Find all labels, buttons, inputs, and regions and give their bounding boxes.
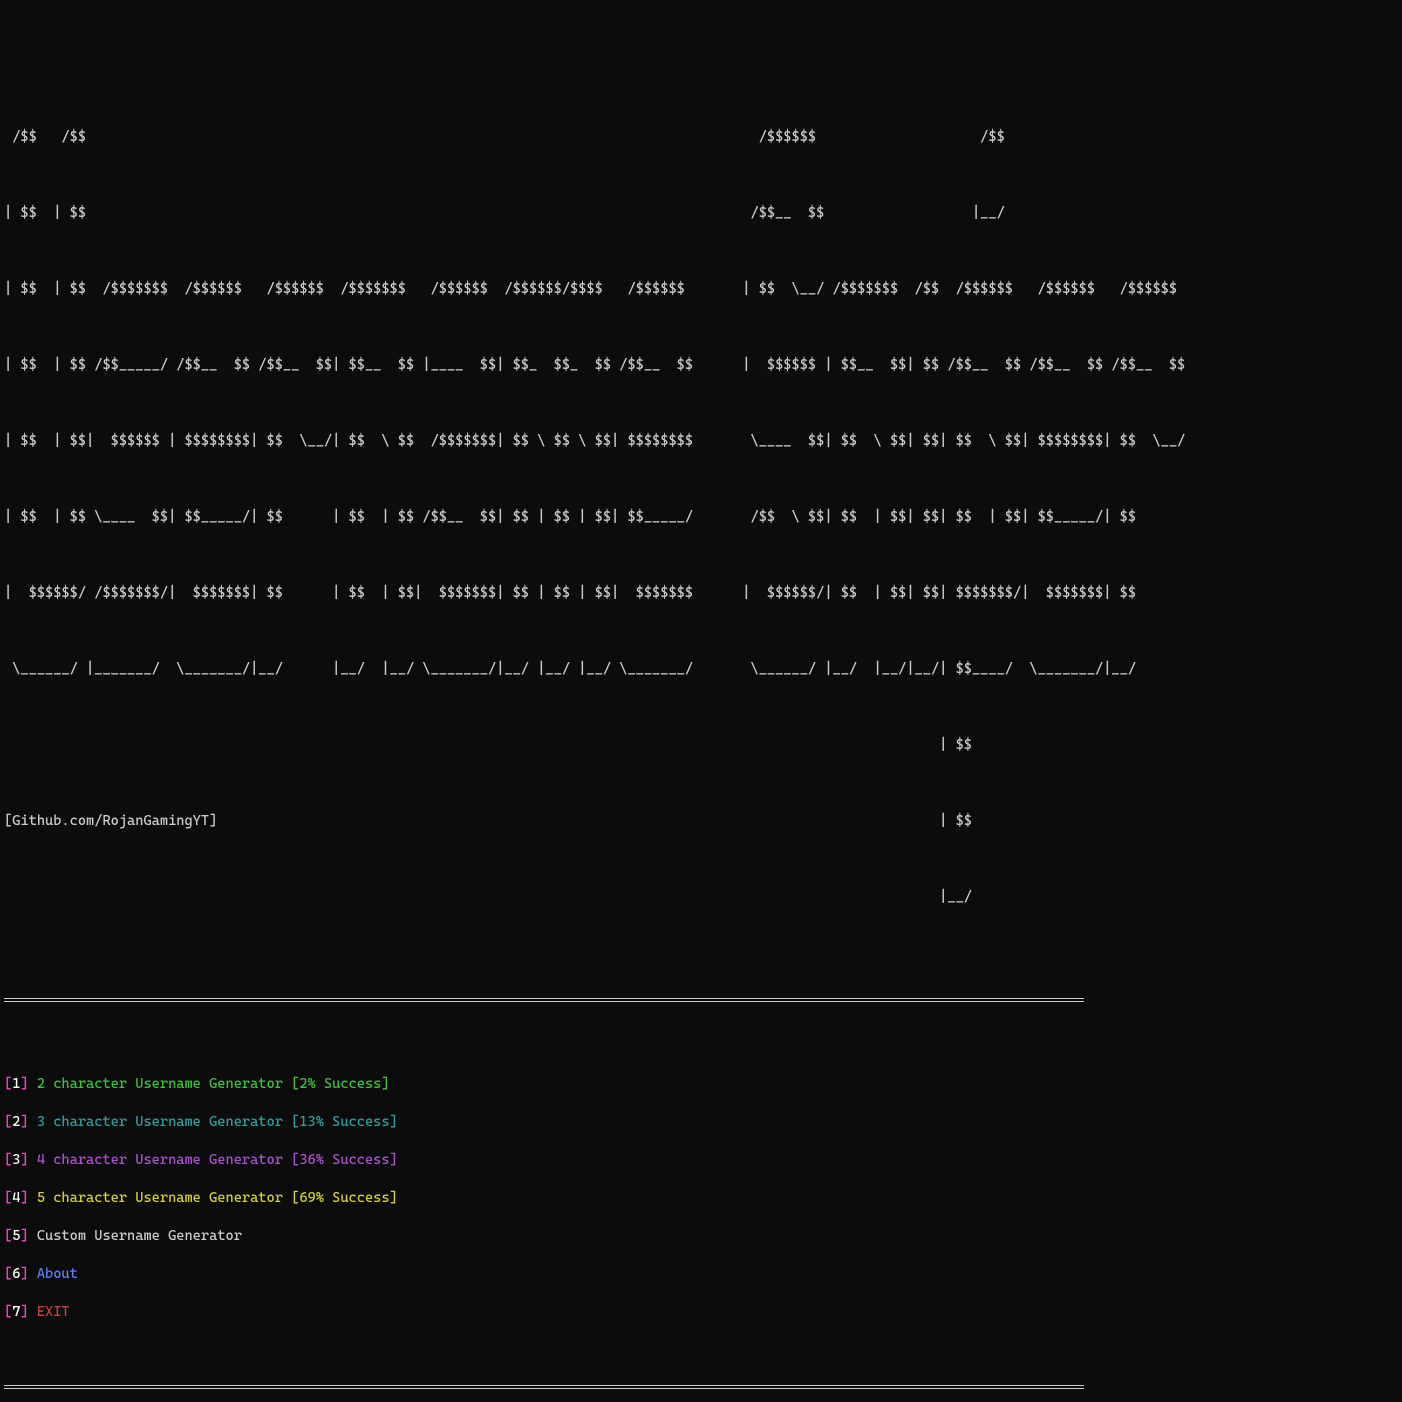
ascii-line: \______/ |_______/ \_______/|__/ |__/ |_…	[4, 650, 1398, 688]
bracket-close: ]	[20, 1304, 36, 1320]
menu-item-3[interactable]: [3] 4 character Username Generator [36% …	[4, 1151, 1398, 1170]
bracket-open: [	[4, 1228, 12, 1244]
menu-number: 2	[12, 1114, 20, 1130]
menu-number: 4	[12, 1190, 20, 1206]
bracket-close: ]	[20, 1076, 36, 1092]
ascii-line: | $$ | $$ /$$__ $$ |__/	[4, 194, 1398, 232]
bracket-open: [	[4, 1152, 12, 1168]
bracket-close: ]	[20, 1190, 36, 1206]
bracket-open: [	[4, 1190, 12, 1206]
bracket-open: [	[4, 1076, 12, 1092]
menu-item-4[interactable]: [4] 5 character Username Generator [69% …	[4, 1189, 1398, 1208]
bracket-open: [	[4, 1266, 12, 1282]
menu-number: 6	[12, 1266, 20, 1282]
bracket-open: [	[4, 1114, 12, 1130]
menu-item-6[interactable]: [6] About	[4, 1265, 1398, 1284]
ascii-line-credit: [Github.com/RojanGamingYT] | $$	[4, 802, 1398, 840]
bracket-close: ]	[20, 1114, 36, 1130]
ascii-line: | $$ | $$ /$$_____/ /$$__ $$ /$$__ $$| $…	[4, 346, 1398, 384]
menu-label: Custom Username Generator	[37, 1228, 242, 1244]
menu-label: 4 character Username Generator [36% Succ…	[37, 1152, 398, 1168]
menu-number: 5	[12, 1228, 20, 1244]
menu-label: About	[37, 1266, 78, 1282]
menu: [1] 2 character Username Generator [2% S…	[4, 1056, 1398, 1341]
ascii-line: | $$ | $$ /$$$$$$$ /$$$$$$ /$$$$$$ /$$$$…	[4, 270, 1398, 308]
menu-item-1[interactable]: [1] 2 character Username Generator [2% S…	[4, 1075, 1398, 1094]
ascii-line: | $$$$$$/ /$$$$$$$/| $$$$$$$| $$ | $$ | …	[4, 574, 1398, 612]
menu-label: EXIT	[37, 1304, 70, 1320]
menu-number: 7	[12, 1304, 20, 1320]
bracket-close: ]	[20, 1266, 36, 1282]
ascii-line: | $$ | $$ \____ $$| $$_____/| $$ | $$ | …	[4, 498, 1398, 536]
menu-item-7[interactable]: [7] EXIT	[4, 1303, 1398, 1322]
menu-label: 2 character Username Generator [2% Succe…	[37, 1076, 390, 1092]
divider-top	[4, 998, 1084, 1002]
menu-label: 5 character Username Generator [69% Succ…	[37, 1190, 398, 1206]
ascii-line: | $$ | $$| $$$$$$ | $$$$$$$$| $$ \__/| $…	[4, 422, 1398, 460]
ascii-line: /$$ /$$ /$$$$$$ /$$	[4, 118, 1398, 156]
bracket-close: ]	[20, 1152, 36, 1168]
menu-number: 3	[12, 1152, 20, 1168]
ascii-line: | $$	[4, 726, 1398, 764]
menu-label: 3 character Username Generator [13% Succ…	[37, 1114, 398, 1130]
bracket-open: [	[4, 1304, 12, 1320]
menu-item-2[interactable]: [2] 3 character Username Generator [13% …	[4, 1113, 1398, 1132]
menu-number: 1	[12, 1076, 20, 1092]
bracket-close: ]	[20, 1228, 36, 1244]
divider-bottom	[4, 1385, 1084, 1389]
ascii-banner: /$$ /$$ /$$$$$$ /$$ | $$ | $$	[4, 80, 1398, 954]
menu-item-5[interactable]: [5] Custom Username Generator	[4, 1227, 1398, 1246]
ascii-line: |__/	[4, 878, 1398, 916]
